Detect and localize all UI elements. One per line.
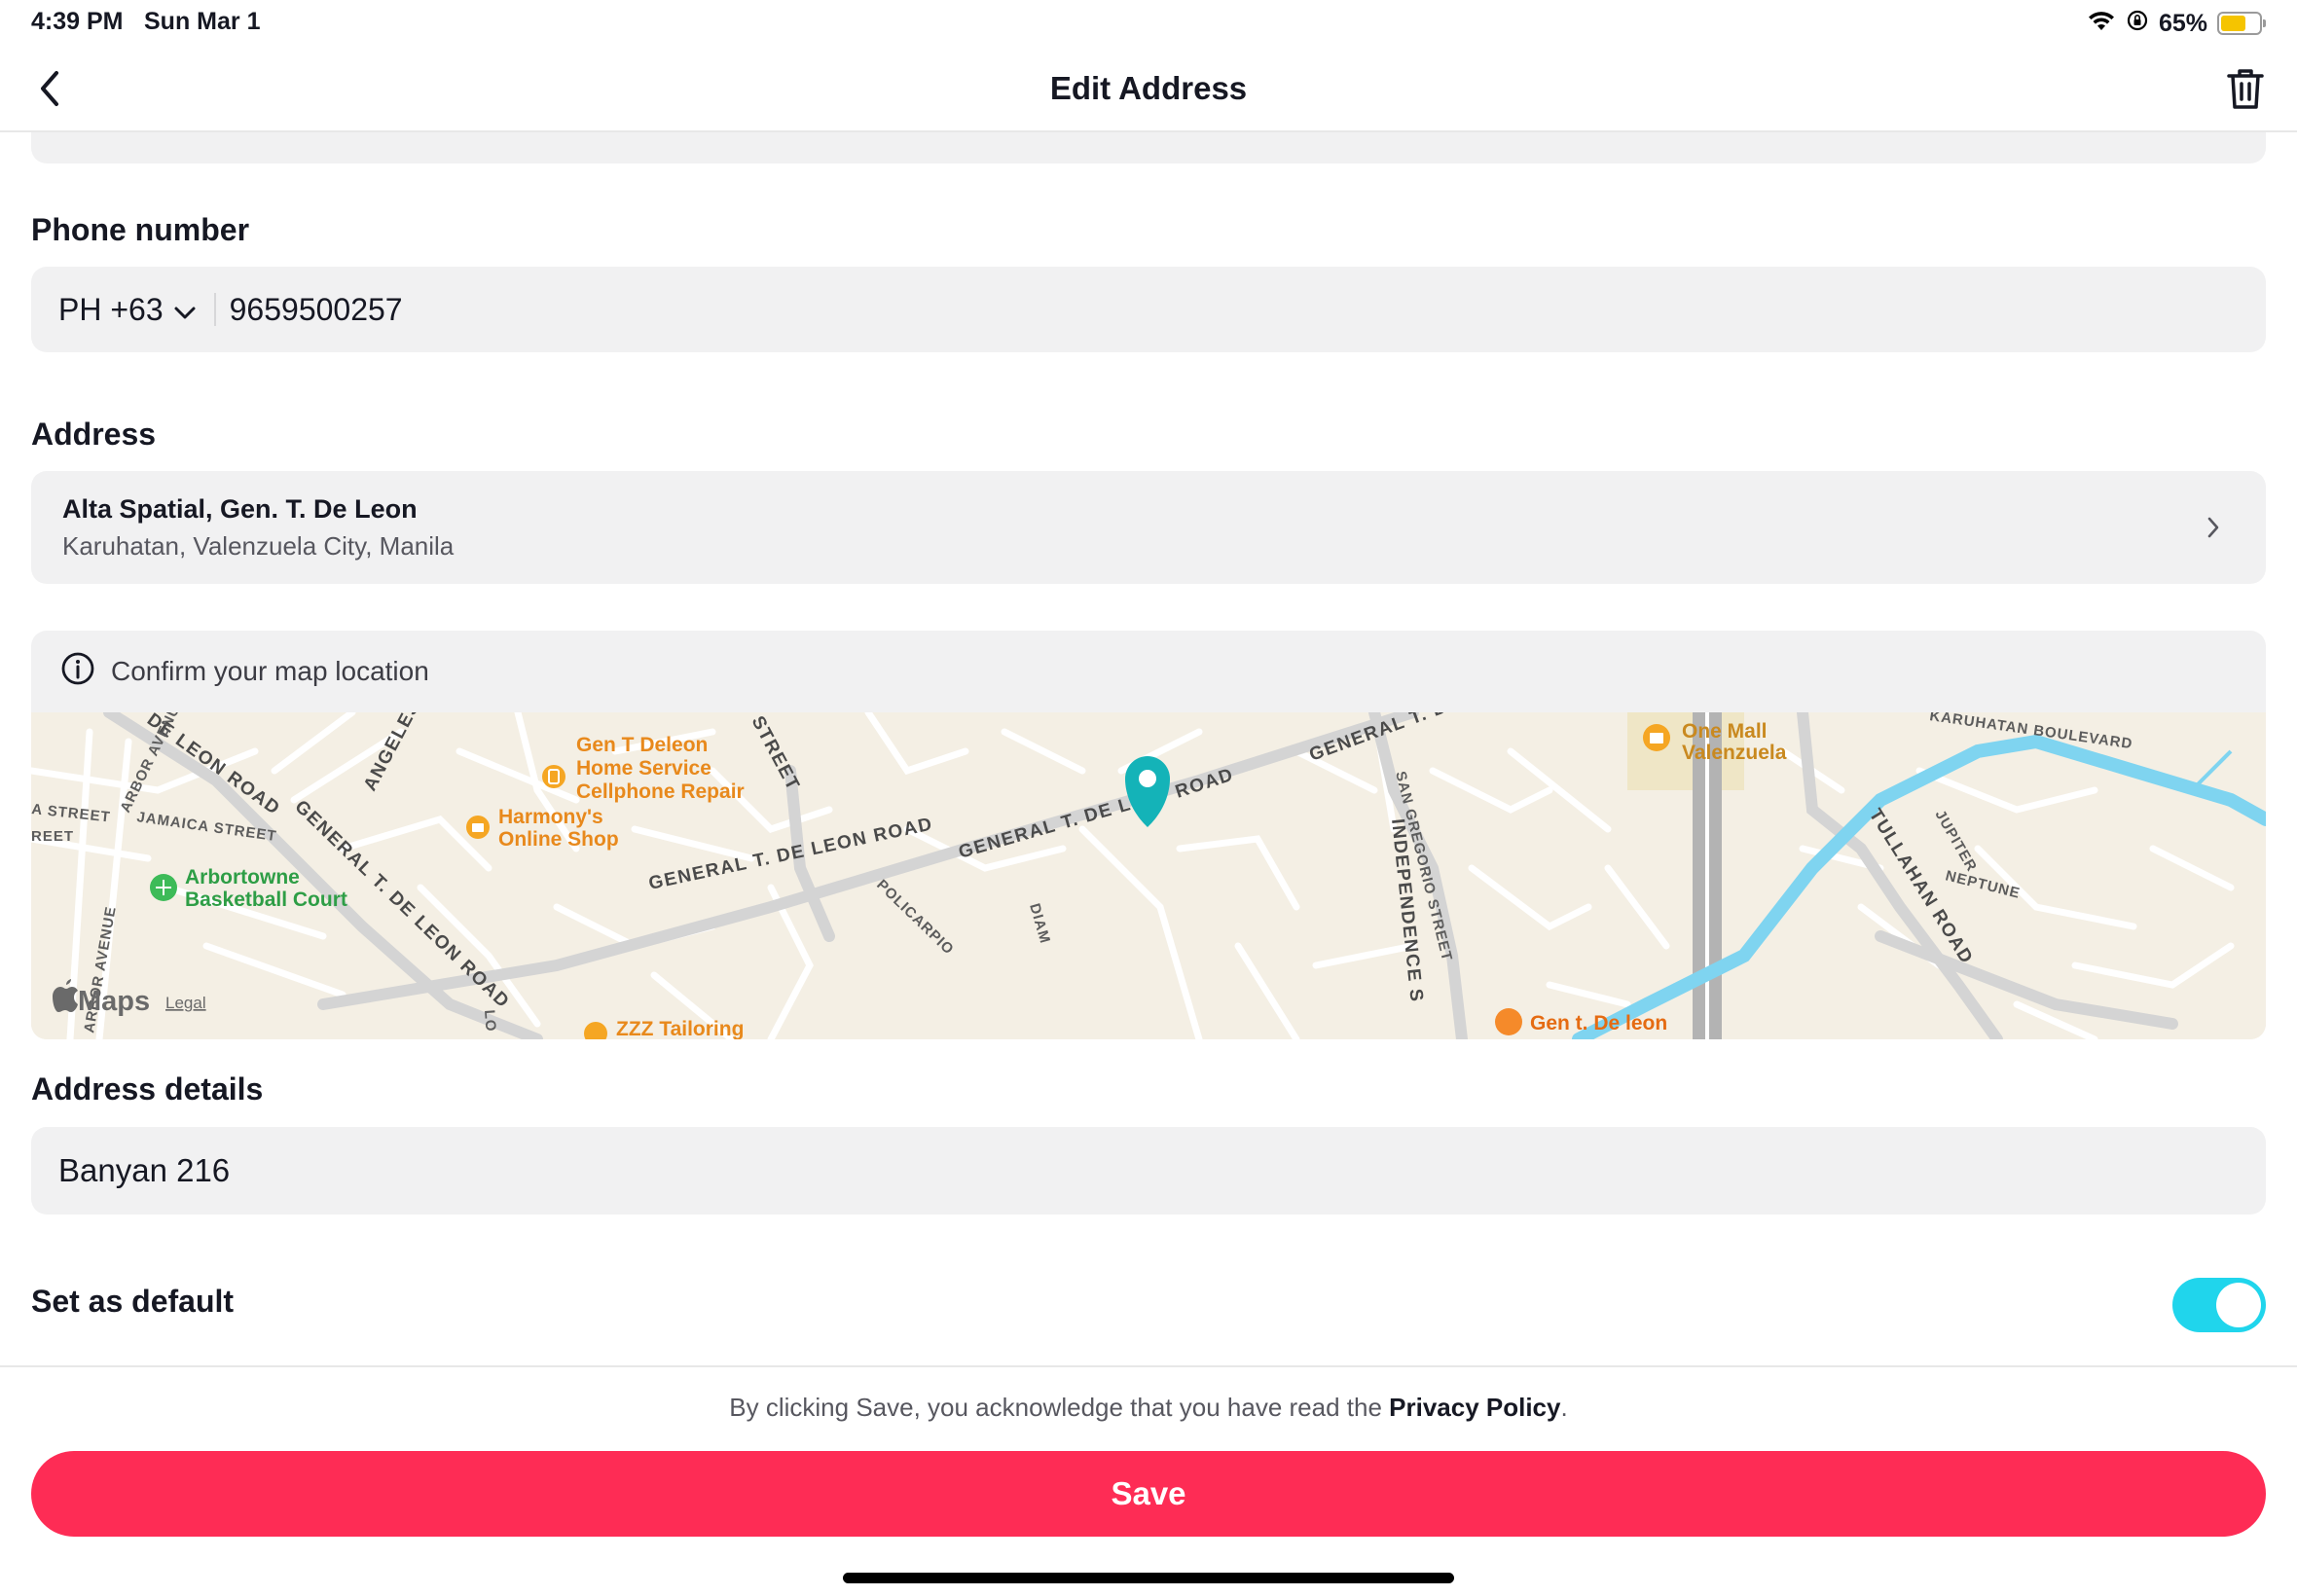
maps-label: Maps [78, 986, 150, 1017]
address-details-value: Banyan 216 [58, 1152, 231, 1188]
poi-label: One Mall Valenzuela [1682, 720, 1787, 764]
phone-field[interactable]: PH +63 9659500257 [31, 267, 2266, 352]
map-canvas[interactable]: DE LEON ROAD GENERAL T. DE LEON ROAD GEN… [31, 712, 2266, 1039]
trash-icon [2226, 67, 2265, 115]
poi-label: Gen t. De leon [1530, 1012, 1667, 1034]
map-view[interactable]: DE LEON ROAD GENERAL T. DE LEON ROAD GEN… [31, 712, 2266, 1039]
delete-address-button[interactable] [2221, 64, 2270, 117]
poi-line: Cellphone Repair [576, 780, 745, 803]
set-default-label: Set as default [31, 1284, 235, 1319]
address-details-input[interactable]: Banyan 216 [31, 1127, 2266, 1215]
poi-line: One Mall [1682, 720, 1768, 743]
save-button[interactable]: Save [31, 1451, 2266, 1537]
wifi-icon [2087, 9, 2116, 39]
status-date: Sun Mar 1 [144, 8, 261, 35]
poi-label: ZZZ Tailoring [616, 1018, 744, 1039]
privacy-policy-link[interactable]: Privacy Policy [1389, 1393, 1560, 1422]
privacy-prefix: By clicking Save, you acknowledge that y… [729, 1393, 1390, 1422]
privacy-suffix: . [1560, 1393, 1568, 1422]
orientation-lock-icon [2126, 9, 2149, 39]
poi-line: Basketball Court [185, 889, 347, 911]
country-code-selector[interactable]: PH +63 [58, 291, 216, 328]
battery-percentage: 65% [2158, 9, 2207, 37]
phone-label: Phone number [31, 212, 250, 247]
map-confirm-banner: Confirm your map location [31, 631, 2266, 712]
phone-input[interactable]: 9659500257 [216, 292, 403, 328]
map-road-label: REET [31, 828, 74, 845]
poi-line: Gen T Deleon [576, 734, 708, 756]
nav-bar: Edit Address [0, 49, 2297, 132]
poi-label: Harmony's Online Shop [498, 806, 619, 851]
address-line2: Karuhatan, Valenzuela City, Manila [62, 531, 455, 561]
poi-line: Home Service [576, 757, 711, 780]
home-indicator [843, 1573, 1454, 1583]
country-code: PH +63 [58, 291, 164, 327]
poi-line: Arbortowne [185, 866, 300, 889]
poi-line: Harmony's [498, 806, 603, 828]
chevron-right-icon [2194, 508, 2233, 547]
map-confirm-text: Confirm your map location [111, 656, 429, 686]
legal-link[interactable]: Legal [165, 994, 206, 1012]
address-details-label: Address details [31, 1071, 264, 1106]
footer: By clicking Save, you acknowledge that y… [0, 1365, 2297, 1596]
status-bar: 4:39 PM Sun Mar 1 65% [0, 0, 2297, 49]
map-card: Confirm your map location DE LEON ROAD G… [31, 631, 2266, 1039]
status-time: 4:39 PM [31, 8, 124, 35]
status-indicators: 65% [2087, 6, 2266, 41]
poi-line: Online Shop [498, 828, 619, 851]
info-icon [60, 651, 95, 693]
map-road-label: LO [481, 1009, 499, 1033]
set-default-toggle[interactable] [2172, 1278, 2266, 1332]
address-selector[interactable]: Alta Spatial, Gen. T. De Leon Karuhatan,… [31, 471, 2266, 584]
toggle-knob [2216, 1283, 2261, 1327]
address-line1: Alta Spatial, Gen. T. De Leon [62, 494, 418, 524]
address-label: Address [31, 417, 157, 452]
phone-repair-icon [542, 765, 565, 788]
privacy-note: By clicking Save, you acknowledge that y… [0, 1393, 2297, 1423]
battery-icon [2217, 12, 2266, 35]
restaurant-icon [1495, 1008, 1522, 1035]
battery-fill [2221, 16, 2245, 31]
poi-line: Valenzuela [1682, 742, 1787, 764]
chevron-down-icon [173, 292, 197, 328]
page-title: Edit Address [1049, 70, 1248, 106]
